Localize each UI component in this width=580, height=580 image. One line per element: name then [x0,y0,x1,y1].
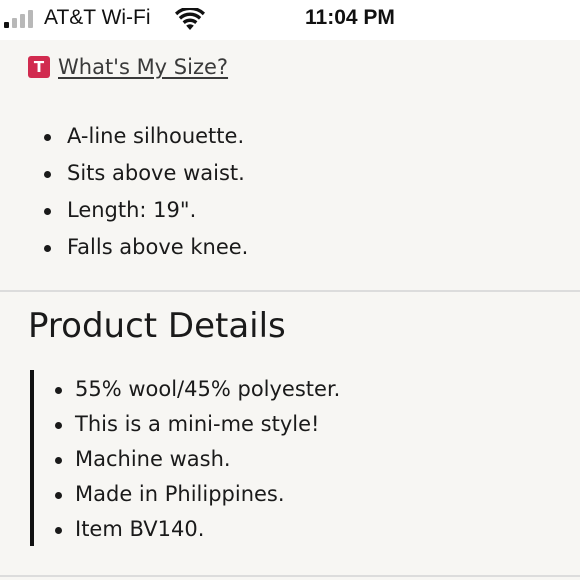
detail-item: Made in Philippines. [0,477,340,512]
product-details-list: 55% wool/45% polyester. This is a mini-m… [0,372,340,547]
carrier-label: AT&T Wi-Fi [44,6,151,29]
cellular-signal-icon [4,10,33,28]
bottom-divider [0,575,580,577]
size-helper: T What's My Size? [28,55,228,79]
detail-item: Item BV140. [0,512,340,547]
feature-list: A-line silhouette. Sits above waist. Len… [0,118,248,266]
feature-item: A-line silhouette. [0,118,248,155]
detail-item: Machine wash. [0,442,340,477]
wifi-icon [175,8,205,30]
section-divider [0,290,580,292]
status-time: 11:04 PM [305,6,395,29]
status-bar: AT&T Wi-Fi 11:04 PM [0,0,580,40]
whats-my-size-link[interactable]: What's My Size? [58,55,228,79]
feature-item: Length: 19". [0,192,248,229]
brand-t-icon: T [28,56,50,78]
product-details-title: Product Details [28,306,286,346]
detail-item: This is a mini-me style! [0,407,340,442]
detail-item: 55% wool/45% polyester. [0,372,340,407]
feature-item: Sits above waist. [0,155,248,192]
feature-item: Falls above knee. [0,229,248,266]
